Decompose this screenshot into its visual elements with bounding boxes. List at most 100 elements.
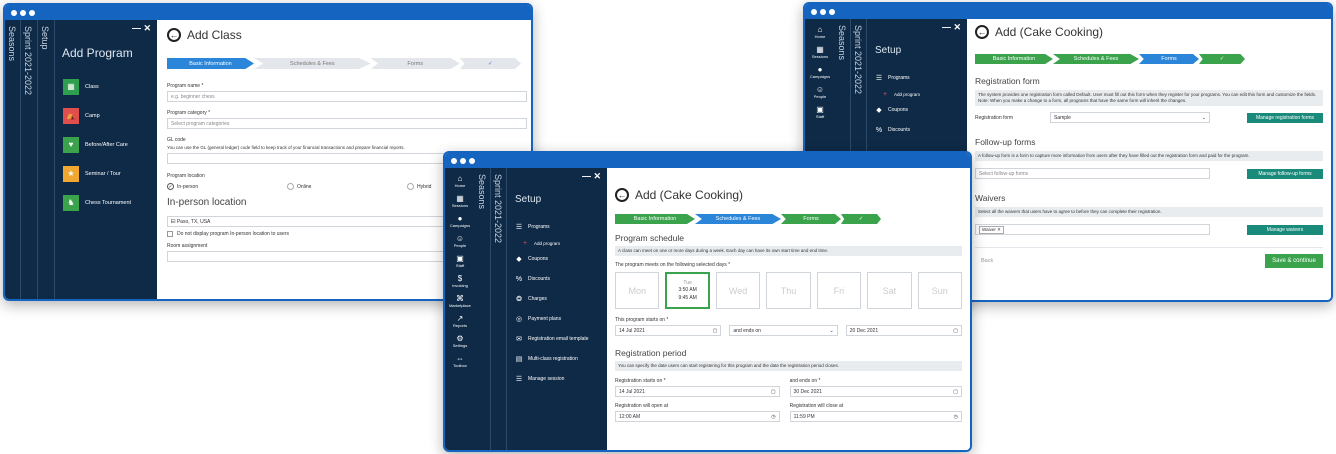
- location-hybrid[interactable]: Hybrid: [407, 183, 431, 190]
- program-type-class[interactable]: ▦ Class: [63, 72, 157, 101]
- reg-form-select[interactable]: Sample ⌄: [1050, 112, 1210, 123]
- step-forms[interactable]: Forms: [1139, 54, 1199, 64]
- calendar-icon: ▢: [953, 327, 958, 334]
- staff-icon: ▣: [456, 254, 464, 263]
- reg-start-input[interactable]: 14 Jul 2021 ▢: [615, 386, 780, 397]
- step-basic-info[interactable]: Basic Information: [615, 214, 695, 224]
- nav-sessions[interactable]: ▦ Sessions: [812, 45, 828, 59]
- nav-coupons[interactable]: ◆ Coupons: [875, 100, 967, 120]
- day-mon[interactable]: Mon: [615, 272, 660, 309]
- program-type-camp[interactable]: ⛺ Camp: [63, 101, 157, 130]
- location-online[interactable]: Online: [287, 183, 407, 190]
- program-type-care[interactable]: ♥ Before/After Care: [63, 130, 157, 159]
- day-wed[interactable]: Wed: [715, 272, 761, 309]
- step-forms[interactable]: Forms: [781, 214, 841, 224]
- back-button[interactable]: Back: [981, 258, 993, 264]
- manage-waivers-button[interactable]: Manage waivers: [1247, 224, 1323, 235]
- start-date-input[interactable]: 14 Jul 2021 ▢: [615, 325, 722, 336]
- program-name-input[interactable]: e.g. beginner chess: [167, 91, 527, 102]
- followup-input[interactable]: Select follow-up forms: [975, 168, 1210, 179]
- close-icon[interactable]: — ✕: [942, 22, 961, 33]
- step-done[interactable]: ✓: [1199, 54, 1245, 64]
- day-thu[interactable]: Thu: [766, 272, 811, 309]
- nav-multi-class[interactable]: ▤ Multi-class registration: [515, 349, 607, 369]
- sprint-tab[interactable]: Sprint 2021-2022: [491, 168, 507, 450]
- nav-sessions[interactable]: ▦ Sessions: [452, 194, 468, 208]
- nav-people[interactable]: ☺ People: [814, 85, 826, 99]
- reg-end-input[interactable]: 30 Dec 2021 ▢: [789, 386, 962, 397]
- nav-home[interactable]: ⌂ Home: [455, 174, 466, 188]
- nav-campaigns[interactable]: ● Campaigns: [450, 214, 470, 228]
- nav-programs[interactable]: ☰ Programs: [515, 217, 607, 237]
- nav-manage-session[interactable]: ☰ Manage session: [515, 369, 607, 389]
- program-type-seminar[interactable]: ★ Seminar / Tour: [63, 159, 157, 188]
- waivers-input[interactable]: Waiver ✕: [975, 224, 1210, 235]
- back-arrow-icon[interactable]: ←: [167, 28, 181, 42]
- step-basic-info[interactable]: Basic Information: [975, 54, 1053, 64]
- sprint-tab[interactable]: Sprint 2021-2022: [21, 20, 38, 299]
- calendar-icon: ▦: [63, 78, 79, 95]
- step-schedules[interactable]: Schedules & Fees: [254, 58, 371, 69]
- save-continue-button[interactable]: Save & continue: [1265, 254, 1323, 268]
- marketplace-icon: ⌘: [455, 294, 464, 303]
- nav-programs[interactable]: ☰ Programs: [875, 68, 967, 88]
- day-tue[interactable]: Tue 3:50 AM 9:45 AM: [665, 272, 710, 309]
- waiver-tag[interactable]: Waiver ✕: [979, 225, 1004, 234]
- program-type-chess[interactable]: ♞ Chess Tournament: [63, 188, 157, 217]
- campaigns-icon: ●: [817, 65, 823, 74]
- reg-open-input[interactable]: 12:00 AM ◷: [615, 411, 780, 422]
- step-schedules[interactable]: Schedules & Fees: [695, 214, 781, 224]
- step-done[interactable]: ✓: [459, 58, 522, 69]
- step-forms[interactable]: Forms: [370, 58, 460, 69]
- nav-settings[interactable]: ⚙ Settings: [453, 334, 467, 348]
- manage-reg-forms-button[interactable]: Manage registration forms: [1247, 112, 1323, 123]
- nav-staff[interactable]: ▣ Staff: [816, 105, 824, 119]
- setup-title: Setup: [515, 194, 542, 205]
- step-schedules[interactable]: Schedules & Fees: [1053, 54, 1139, 64]
- seasons-tab[interactable]: Seasons: [475, 168, 491, 450]
- program-category-input[interactable]: Select program categories: [167, 118, 527, 129]
- close-icon[interactable]: — ✕: [582, 171, 601, 182]
- program-name-label: Program name *: [167, 83, 204, 89]
- end-date-input[interactable]: 20 Dec 2021 ▢: [845, 325, 962, 336]
- schedule-note: A class can meet on one or more days dur…: [615, 246, 962, 256]
- close-icon[interactable]: — ✕: [132, 23, 151, 34]
- nav-reports[interactable]: ↗ Reports: [453, 314, 467, 328]
- nav-discounts[interactable]: % Discounts: [875, 120, 967, 140]
- reg-period-title: Registration period: [615, 348, 687, 358]
- followup-note: A follow-up form is a form to capture mo…: [975, 151, 1323, 161]
- nav-payment-plans[interactable]: ◎ Payment plans: [515, 309, 607, 329]
- ends-select[interactable]: and ends on ⌄: [729, 325, 838, 336]
- back-arrow-icon[interactable]: ←: [975, 25, 989, 39]
- nav-home[interactable]: ⌂ Home: [815, 25, 826, 39]
- setup-tab[interactable]: Setup: [38, 20, 55, 299]
- back-arrow-icon[interactable]: ←: [615, 188, 629, 202]
- nav-staff[interactable]: ▣ Staff: [456, 254, 464, 268]
- day-fri[interactable]: Fri: [816, 272, 862, 309]
- setup-title: Setup: [875, 45, 902, 56]
- seasons-tab[interactable]: Seasons: [5, 20, 21, 299]
- session-list-icon: ☰: [515, 376, 523, 383]
- nav-add-program[interactable]: + Add program: [875, 88, 967, 100]
- manage-followup-button[interactable]: Manage follow-up forms: [1247, 168, 1323, 179]
- reg-close-input[interactable]: 11:59 PM ◷: [789, 411, 962, 422]
- nav-campaigns[interactable]: ● Campaigns: [810, 65, 830, 79]
- nav-coupons[interactable]: ◆ Coupons: [515, 249, 607, 269]
- step-basic-info[interactable]: Basic Information: [167, 58, 255, 69]
- nav-marketplace[interactable]: ⌘ Marketplace: [449, 294, 471, 308]
- nav-email-template[interactable]: ✉ Registration email template: [515, 329, 607, 349]
- nav-invoicing[interactable]: $ Invoicing: [452, 274, 468, 288]
- day-sun[interactable]: Sun: [917, 272, 962, 309]
- nav-toolbox[interactable]: ⇔ Toolbox: [453, 354, 467, 368]
- nav-charges[interactable]: ❂ Charges: [515, 289, 607, 309]
- waivers-note: Select all the waivers that users have t…: [975, 207, 1323, 217]
- location-inperson[interactable]: ✓ In-person: [167, 183, 287, 190]
- title-bar: [5, 5, 531, 20]
- footer: Back Save & continue: [975, 247, 1323, 268]
- home-icon: ⌂: [817, 25, 823, 34]
- nav-add-program[interactable]: + Add program: [515, 237, 607, 249]
- nav-discounts[interactable]: % Discounts: [515, 269, 607, 289]
- day-sat[interactable]: Sat: [867, 272, 912, 309]
- nav-people[interactable]: ☺ People: [454, 234, 466, 248]
- step-done[interactable]: ✓: [841, 214, 881, 224]
